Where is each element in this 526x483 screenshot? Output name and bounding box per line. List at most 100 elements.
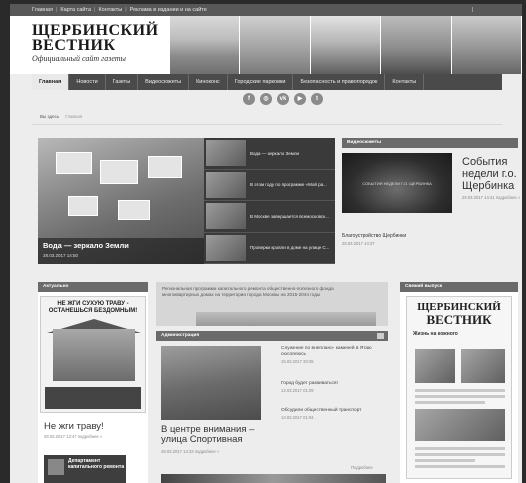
- video-header[interactable]: Видеосюжеты: [342, 138, 518, 148]
- nav-item-security[interactable]: Безопасность и правопорядок: [293, 74, 386, 90]
- administration-block: Администрация В центре внимания – улица …: [156, 331, 388, 483]
- logo-line-2: ВЕСТНИК: [32, 37, 116, 54]
- rss-icon[interactable]: [377, 333, 384, 339]
- hero-caption: Вода — зеркало Земли 28.03.2017 14:50: [38, 238, 204, 264]
- header-photo: [240, 16, 311, 74]
- browser-page: Главная | Карта сайта | Контакты | Реклама в и…: [10, 4, 522, 483]
- banner-text: Региональная программа капитального ремо…: [162, 286, 334, 297]
- video-caption[interactable]: Благоустройство Щербинки: [342, 233, 406, 239]
- admin-date: 28.03.2017 14:33 подробнее »: [161, 449, 220, 454]
- social-links: f ◎ vk ▶ t: [243, 93, 323, 105]
- nav-item-cinema[interactable]: Киноконс: [189, 74, 228, 90]
- repair-program-banner[interactable]: Региональная программа капитального ремо…: [156, 282, 388, 326]
- nav-item-videos[interactable]: Видеосюжеты: [138, 74, 190, 90]
- admin-list-item[interactable]: Город будет развиваться! 13.03.2017 01:0…: [281, 381, 386, 393]
- paper-photo: [415, 409, 505, 441]
- poster-house: [53, 329, 135, 381]
- admin-title[interactable]: В центре внимания – улица Спортивная: [161, 425, 271, 445]
- facebook-icon[interactable]: f: [243, 93, 255, 105]
- divider: [32, 124, 502, 125]
- paper-text-line: [415, 447, 505, 450]
- paper-text-line: [415, 465, 505, 468]
- admin-item-title: Служение по внеплано- каменей в Ятаю сюс…: [281, 346, 372, 357]
- breadcrumb-home[interactable]: Вы здесь: [40, 114, 59, 119]
- youtube-icon[interactable]: ▶: [294, 93, 306, 105]
- admin-list-item[interactable]: Служение по внеплано- каменей в Ятаю сюс…: [281, 346, 386, 364]
- paper-photo: [461, 349, 505, 383]
- admin-item-title: Обсудили общественный транспорт: [281, 408, 362, 413]
- nav-item-news[interactable]: Новости: [69, 74, 106, 90]
- admin-header-label: Администрация: [161, 333, 200, 338]
- nav-item-newspapers[interactable]: Газеты: [106, 74, 139, 90]
- actual-header[interactable]: Актуально: [38, 282, 148, 292]
- thumbnail: [206, 234, 246, 261]
- poster-text: НЕ ЖГИ СУХУЮ ТРАВУ - ОСТАНЕШЬСЯ БЕЗДОМНЫ…: [48, 301, 138, 314]
- nav-item-contacts[interactable]: Контакты: [385, 74, 425, 90]
- admin-item-title: Город будет развиваться!: [281, 381, 338, 386]
- site-header: ЩЕРБИНСКИЙ ВЕСТНИК Официальный сайт газе…: [10, 16, 522, 74]
- header-photo: [170, 16, 241, 74]
- thumbnail: [206, 140, 246, 167]
- logo-line-1: ЩЕРБИНСКИЙ: [32, 22, 159, 39]
- toplink-advertising[interactable]: Реклама в издании и на сайте: [130, 7, 207, 13]
- paper-headline: Жизнь на кожного: [413, 331, 458, 337]
- hero-list-item-label: В Москве завершается всемосковск...: [250, 213, 329, 219]
- toplink-home[interactable]: Главная: [32, 7, 53, 13]
- video-thumbnail[interactable]: СОБЫТИЯ НЕДЕЛИ Г.О. ЩЕРБИНКА: [342, 153, 452, 213]
- hero-list-item[interactable]: Проверки кровли в доме на улице С...: [204, 233, 335, 264]
- video-date: 29.03.2017 14:41 подробнее »: [462, 195, 521, 200]
- nav-item-parking[interactable]: Городские парковки: [228, 74, 294, 90]
- paper-photo: [415, 349, 455, 383]
- header-photo: [381, 16, 452, 74]
- logo-tagline: Официальный сайт газеты: [32, 54, 126, 63]
- admin-header[interactable]: Администрация: [156, 331, 388, 341]
- vk-icon[interactable]: vk: [277, 93, 289, 105]
- hero-date: 28.03.2017 14:50: [43, 253, 79, 258]
- thumbnail: [206, 203, 246, 230]
- hero-title[interactable]: Вода — зеркало Земли: [43, 241, 199, 250]
- paper-text-line: [415, 389, 505, 392]
- department-logo: [48, 459, 64, 475]
- newspaper-cover[interactable]: ЩЕРБИНСКИЙ ВЕСТНИК Жизнь на кожного: [406, 296, 512, 479]
- site-logo[interactable]: ЩЕРБИНСКИЙ ВЕСТНИК Официальный сайт газе…: [32, 22, 177, 64]
- instagram-icon[interactable]: ◎: [260, 93, 272, 105]
- video-title[interactable]: События недели г.о. Щербинка: [462, 156, 522, 192]
- breadcrumb-current: Главная: [65, 114, 83, 119]
- video-caption-date: 28.03.2017 14:37: [342, 241, 375, 246]
- nav-item-home[interactable]: Главная: [32, 74, 70, 90]
- toplink-sitemap[interactable]: Карта сайта: [60, 7, 91, 13]
- issue-header[interactable]: Свежий выпуск: [400, 282, 518, 292]
- paper-masthead-2: ВЕСТНИК: [426, 312, 492, 327]
- actual-date: 28.03.2017 13:47 подробнее »: [44, 434, 103, 439]
- actual-poster[interactable]: НЕ ЖГИ СУХУЮ ТРАВУ - ОСТАНЕШЬСЯ БЕЗДОМНЫ…: [40, 296, 146, 413]
- admin-item-date: 15.03.2017 20:35: [281, 359, 314, 364]
- admin-next-image[interactable]: [161, 474, 386, 483]
- header-photo: [310, 16, 382, 74]
- twitter-icon[interactable]: t: [311, 93, 323, 105]
- actual-title[interactable]: Не жги траву!: [44, 421, 104, 432]
- admin-list-item[interactable]: Обсудили общественный транспорт 13.03.20…: [281, 408, 386, 420]
- header-photo: [451, 16, 522, 74]
- actual-block: Актуально НЕ ЖГИ СУХУЮ ТРАВУ - ОСТАНЕШЬС…: [38, 282, 148, 483]
- thumbnail: [206, 171, 246, 198]
- hero-list-item-label: Вода — зеркало Земли: [250, 150, 300, 156]
- poster-footer: [45, 387, 141, 409]
- capital-repair-card[interactable]: Департамент капитального ремонта: [44, 455, 126, 483]
- top-links-bar: Главная | Карта сайта | Контакты | Реклама в и…: [10, 4, 522, 16]
- toplink-contacts[interactable]: Контакты: [98, 7, 122, 13]
- hero-image[interactable]: Вода — зеркало Земли 28.03.2017 14:50: [38, 138, 204, 264]
- hero-list-item-label: В этом году по программе «Мой ра...: [250, 182, 327, 187]
- paper-text-line: [415, 453, 505, 456]
- admin-image[interactable]: [161, 346, 261, 420]
- paper-masthead-1: ЩЕРБИНСКИЙ: [417, 301, 501, 313]
- hero-list-item[interactable]: Вода — зеркало Земли: [204, 138, 335, 170]
- hero-list-item[interactable]: В этом году по программе «Мой ра...: [204, 170, 335, 201]
- paper-text-line: [415, 401, 485, 404]
- admin-more-link[interactable]: Подробнее: [351, 465, 373, 470]
- hero-list-item[interactable]: В Москве завершается всемосковск...: [204, 201, 335, 233]
- video-block: Видеосюжеты СОБЫТИЯ НЕДЕЛИ Г.О. ЩЕРБИНКА…: [342, 138, 520, 250]
- main-nav: Главная Новости Газеты Видеосюжеты Кинок…: [32, 74, 502, 90]
- header-photo-strip: [170, 16, 522, 74]
- breadcrumb: Вы здесь Главная: [40, 114, 82, 119]
- paper-text-line: [415, 459, 475, 462]
